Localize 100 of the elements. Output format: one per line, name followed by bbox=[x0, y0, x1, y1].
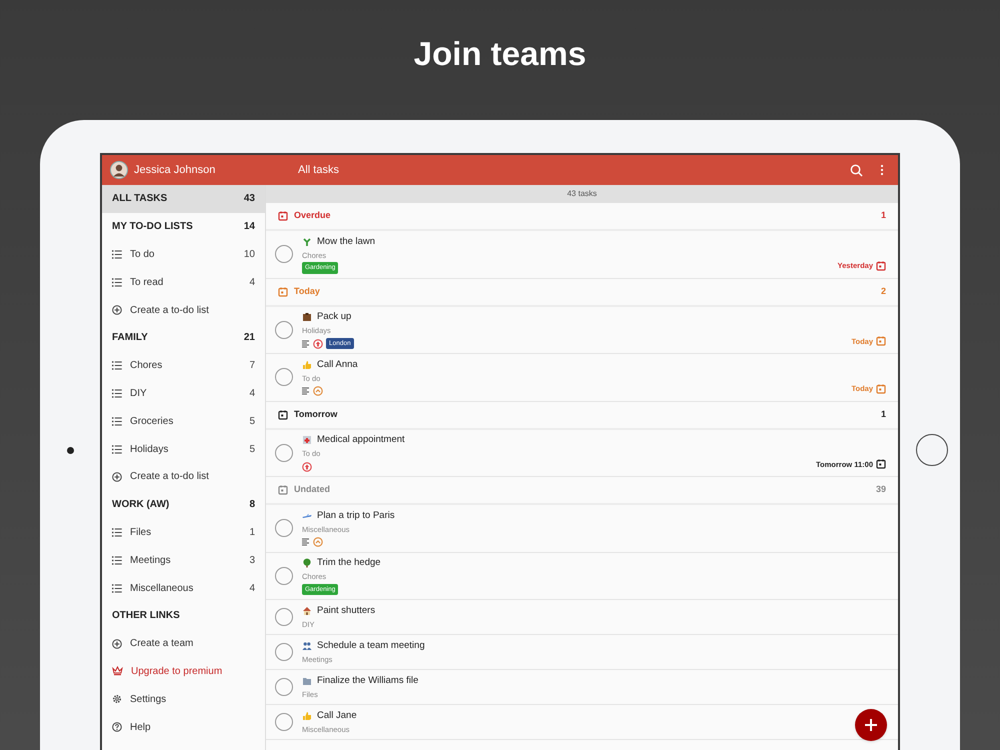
section-title: Undated bbox=[294, 483, 331, 496]
sidebar-item[interactable]: Create a to-do list bbox=[102, 296, 265, 324]
list-icon bbox=[112, 444, 122, 454]
calendar-icon bbox=[876, 336, 886, 346]
sidebar-section-header[interactable]: WORK (AW) 8 bbox=[102, 490, 265, 519]
calendar-icon bbox=[278, 410, 288, 420]
task-count: 43 tasks bbox=[567, 188, 597, 200]
item-label: Holidays bbox=[130, 442, 170, 457]
task-title: Trim the hedge bbox=[317, 556, 381, 570]
item-label: FAMILY bbox=[112, 331, 149, 346]
sidebar-item[interactable]: Groceries 5 bbox=[102, 407, 265, 436]
plus-icon bbox=[864, 718, 878, 732]
thumbs-up-icon bbox=[302, 710, 312, 721]
sidebar-item[interactable]: To do 10 bbox=[102, 240, 265, 268]
task-checkbox[interactable] bbox=[275, 566, 293, 585]
item-label: Miscellaneous bbox=[130, 582, 194, 596]
sidebar-item[interactable]: Create a to-do list bbox=[102, 462, 265, 491]
list-icon bbox=[112, 584, 122, 593]
item-label: ALL TASKS bbox=[112, 192, 168, 206]
sidebar-section-header[interactable]: MY TO-DO LISTS 14 bbox=[102, 212, 265, 241]
sidebar-item[interactable]: Miscellaneous 4 bbox=[102, 574, 265, 602]
task-title: Finalize the Williams file bbox=[317, 674, 418, 688]
item-label: MY TO-DO LISTS bbox=[112, 220, 194, 234]
people-icon bbox=[302, 640, 312, 651]
calendar-icon bbox=[876, 384, 886, 394]
item-count: 5 bbox=[249, 414, 255, 429]
calendar-icon bbox=[278, 211, 288, 221]
item-count: 14 bbox=[244, 220, 255, 234]
section-title: Overdue bbox=[294, 209, 332, 222]
section-count: 2 bbox=[880, 284, 886, 298]
add-task-button[interactable] bbox=[855, 709, 887, 741]
hospital-icon bbox=[302, 435, 312, 446]
list-icon bbox=[112, 556, 122, 565]
item-count: 21 bbox=[244, 331, 255, 346]
add-circle-icon bbox=[112, 305, 122, 316]
item-count: 5 bbox=[249, 442, 255, 457]
more-icon bbox=[880, 164, 884, 176]
avatar[interactable] bbox=[110, 161, 128, 179]
item-label: DIY bbox=[130, 386, 148, 401]
item-label: Upgrade to premium bbox=[131, 664, 224, 679]
add-circle-icon bbox=[112, 638, 122, 649]
sidebar-section-header[interactable]: ALL TASKS 43 bbox=[102, 185, 265, 213]
section-title: Today bbox=[294, 284, 321, 298]
task-checkbox[interactable] bbox=[275, 643, 293, 661]
task-checkbox[interactable] bbox=[275, 519, 293, 538]
list-icon bbox=[112, 361, 122, 370]
item-count: 43 bbox=[244, 192, 255, 206]
item-label: Groceries bbox=[130, 414, 174, 429]
task-title: Mow the lawn bbox=[317, 234, 376, 248]
sidebar-item[interactable]: DIY 4 bbox=[102, 380, 265, 408]
list-icon bbox=[112, 278, 122, 287]
task-checkbox[interactable] bbox=[275, 245, 293, 264]
item-count: 4 bbox=[249, 386, 255, 401]
item-label: Settings bbox=[130, 692, 168, 707]
sidebar-item[interactable]: Upgrade to premium bbox=[102, 658, 265, 686]
screen-title: All tasks bbox=[297, 162, 340, 178]
item-label: Create a team bbox=[130, 637, 194, 652]
sidebar-item[interactable]: Create a team bbox=[102, 630, 265, 658]
item-count: 3 bbox=[249, 554, 255, 568]
sidebar-item[interactable]: Holidays 5 bbox=[102, 435, 265, 463]
add-circle-icon bbox=[112, 472, 122, 482]
sidebar-item[interactable]: Help bbox=[102, 713, 265, 741]
search-icon bbox=[850, 164, 862, 176]
task-title: Pack up bbox=[317, 310, 352, 324]
task-title: Paint shutters bbox=[317, 604, 376, 618]
item-label: Help bbox=[130, 720, 152, 735]
camera-icon bbox=[67, 447, 74, 454]
sidebar-item[interactable]: Settings bbox=[102, 685, 265, 714]
crown-icon bbox=[112, 666, 123, 676]
sidebar-item[interactable]: To read 4 bbox=[102, 268, 265, 296]
item-count: 1 bbox=[249, 526, 255, 540]
task-checkbox[interactable] bbox=[275, 320, 293, 339]
sidebar-section-header[interactable]: FAMILY 21 bbox=[102, 324, 265, 352]
task-checkbox[interactable] bbox=[275, 608, 293, 626]
task-checkbox[interactable] bbox=[275, 678, 293, 696]
task-checkbox[interactable] bbox=[275, 368, 293, 386]
sidebar-section-header[interactable]: OTHER LINKS bbox=[102, 602, 265, 630]
section-count: 39 bbox=[876, 483, 886, 496]
task-checkbox[interactable] bbox=[275, 444, 293, 462]
sidebar-item[interactable]: Files 1 bbox=[102, 518, 265, 546]
home-button[interactable] bbox=[916, 434, 948, 466]
item-label: Create a to-do list bbox=[130, 470, 210, 484]
task-checkbox[interactable] bbox=[275, 713, 293, 731]
settings-icon bbox=[112, 694, 122, 704]
item-label: Files bbox=[130, 526, 152, 540]
headline: Join teams bbox=[414, 34, 586, 74]
item-label: To read bbox=[130, 276, 164, 290]
section-count: 1 bbox=[880, 408, 886, 421]
list-icon bbox=[112, 388, 122, 398]
user-name: Jessica Johnson bbox=[134, 162, 216, 178]
plant-icon bbox=[302, 236, 312, 247]
item-label: OTHER LINKS bbox=[112, 609, 181, 624]
item-count: 7 bbox=[249, 359, 255, 374]
tree-icon bbox=[302, 558, 312, 568]
sidebar-item[interactable]: Meetings 3 bbox=[102, 546, 265, 574]
sidebar-item[interactable]: Chores 7 bbox=[102, 352, 265, 380]
house-icon bbox=[302, 606, 312, 616]
item-label: Create a to-do list bbox=[130, 304, 210, 318]
calendar-icon bbox=[876, 260, 886, 271]
folder-icon bbox=[302, 676, 312, 686]
